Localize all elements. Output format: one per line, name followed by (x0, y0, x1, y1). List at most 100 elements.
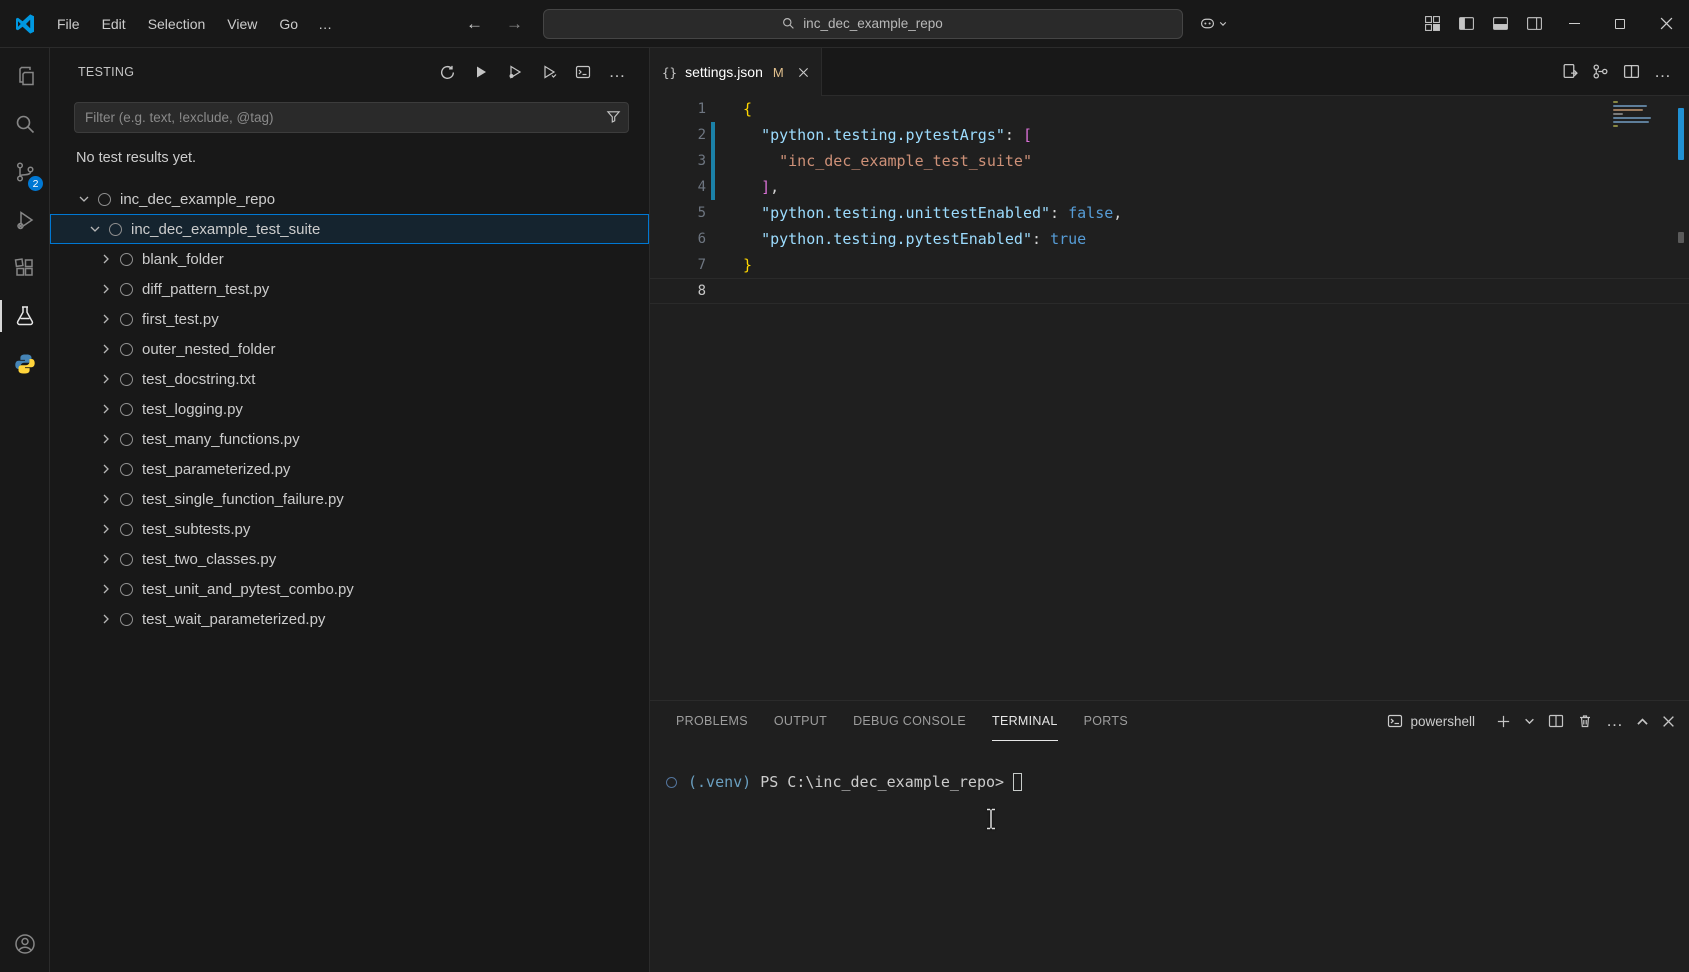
show-test-output-icon[interactable] (571, 60, 595, 84)
maximize-button[interactable] (1597, 0, 1643, 47)
open-changes-icon[interactable] (1592, 63, 1609, 80)
command-decoration-icon[interactable] (666, 777, 677, 788)
explorer-icon[interactable] (0, 52, 49, 100)
tree-item-label: inc_dec_example_repo (120, 191, 275, 208)
json-file-icon: {} (662, 65, 677, 80)
more-actions-icon[interactable]: … (605, 60, 629, 84)
chevron-right-icon[interactable] (97, 551, 115, 567)
tree-item[interactable]: test_many_functions.py (50, 424, 649, 454)
tab-problems[interactable]: PROBLEMS (676, 701, 748, 741)
tree-item[interactable]: blank_folder (50, 244, 649, 274)
tree-item[interactable]: test_logging.py (50, 394, 649, 424)
tab-settings-json[interactable]: {} settings.json M (650, 48, 822, 96)
command-center-search[interactable]: inc_dec_example_repo (543, 9, 1183, 39)
tree-item[interactable]: test_wait_parameterized.py (50, 604, 649, 634)
filter-funnel-icon[interactable] (606, 109, 621, 124)
tree-item-suite[interactable]: inc_dec_example_test_suite (50, 214, 649, 244)
kill-terminal-icon[interactable] (1577, 713, 1593, 729)
terminal-dropdown-icon[interactable] (1524, 716, 1535, 727)
maximize-panel-icon[interactable] (1636, 715, 1649, 728)
tree-item[interactable]: diff_pattern_test.py (50, 274, 649, 304)
test-filter-input[interactable] (74, 102, 629, 133)
chevron-right-icon[interactable] (97, 311, 115, 327)
panel-tabs: PROBLEMS OUTPUT DEBUG CONSOLE TERMINAL P… (676, 701, 1128, 741)
tree-item[interactable]: test_unit_and_pytest_combo.py (50, 574, 649, 604)
debug-tests-icon[interactable] (503, 60, 527, 84)
chevron-right-icon[interactable] (97, 581, 115, 597)
tab-debug-console[interactable]: DEBUG CONSOLE (853, 701, 966, 741)
minimize-button[interactable] (1551, 0, 1597, 47)
chevron-right-icon[interactable] (97, 431, 115, 447)
chevron-right-icon[interactable] (97, 611, 115, 627)
menu-file[interactable]: File (47, 11, 90, 37)
tree-item[interactable]: test_two_classes.py (50, 544, 649, 574)
open-settings-ui-icon[interactable] (1561, 63, 1578, 80)
terminal-cursor (1013, 773, 1022, 791)
tree-item-label: test_unit_and_pytest_combo.py (142, 581, 354, 598)
tab-ports[interactable]: PORTS (1084, 701, 1128, 741)
chevron-down-icon[interactable] (75, 191, 93, 207)
test-state-icon (120, 343, 133, 356)
terminal-viewport[interactable]: (.venv) PS C:\inc_dec_example_repo> (650, 741, 1689, 972)
tree-item[interactable]: test_parameterized.py (50, 454, 649, 484)
tab-output[interactable]: OUTPUT (774, 701, 827, 741)
copilot-icon[interactable] (1199, 15, 1227, 32)
tree-item[interactable]: test_subtests.py (50, 514, 649, 544)
test-state-icon (120, 373, 133, 386)
run-and-debug-icon[interactable] (0, 196, 49, 244)
chevron-right-icon[interactable] (97, 251, 115, 267)
testing-sidebar: TESTING … (50, 48, 650, 972)
nav-back-icon[interactable]: ← (463, 14, 487, 34)
refresh-tests-icon[interactable] (435, 60, 459, 84)
customize-layout-icon[interactable] (1415, 9, 1449, 39)
extensions-icon[interactable] (0, 244, 49, 292)
chevron-right-icon[interactable] (97, 341, 115, 357)
tree-item[interactable]: test_docstring.txt (50, 364, 649, 394)
code-line: 2 "python.testing.pytestArgs": [ (650, 122, 1689, 148)
test-state-icon (120, 463, 133, 476)
close-button[interactable] (1643, 0, 1689, 47)
toggle-primary-sidebar-icon[interactable] (1449, 9, 1483, 39)
chevron-right-icon[interactable] (97, 491, 115, 507)
split-terminal-icon[interactable] (1548, 713, 1564, 729)
test-results-status: No test results yet. (76, 150, 649, 166)
chevron-right-icon[interactable] (97, 521, 115, 537)
tree-item-repo[interactable]: inc_dec_example_repo (50, 184, 649, 214)
split-editor-icon[interactable] (1623, 63, 1640, 80)
terminal-prompt-line: (.venv) PS C:\inc_dec_example_repo> (666, 773, 1689, 791)
menu-more-icon[interactable]: … (310, 11, 340, 37)
chevron-right-icon[interactable] (97, 281, 115, 297)
more-actions-icon[interactable]: … (1654, 67, 1671, 77)
panel-more-actions-icon[interactable]: … (1606, 716, 1623, 726)
minimap[interactable] (1613, 101, 1661, 129)
tree-item[interactable]: outer_nested_folder (50, 334, 649, 364)
menu-selection[interactable]: Selection (138, 11, 216, 37)
menu-view[interactable]: View (217, 11, 267, 37)
source-control-icon[interactable]: 2 (0, 148, 49, 196)
terminal-shell-chip[interactable]: powershell (1387, 713, 1475, 729)
chevron-right-icon[interactable] (97, 401, 115, 417)
toggle-secondary-sidebar-icon[interactable] (1517, 9, 1551, 39)
nav-forward-icon[interactable]: → (503, 14, 527, 34)
run-all-tests-icon[interactable] (469, 60, 493, 84)
tree-item[interactable]: first_test.py (50, 304, 649, 334)
toggle-panel-icon[interactable] (1483, 9, 1517, 39)
run-tests-with-coverage-icon[interactable] (537, 60, 561, 84)
tree-item-label: inc_dec_example_test_suite (131, 221, 320, 238)
new-terminal-icon[interactable] (1496, 714, 1511, 729)
search-view-icon[interactable] (0, 100, 49, 148)
menu-go[interactable]: Go (269, 11, 308, 37)
close-panel-icon[interactable] (1662, 715, 1675, 728)
python-icon[interactable] (0, 340, 49, 388)
line-number: 7 (650, 252, 706, 278)
tab-terminal[interactable]: TERMINAL (992, 701, 1058, 741)
chevron-right-icon[interactable] (97, 461, 115, 477)
menu-edit[interactable]: Edit (92, 11, 136, 37)
account-icon[interactable] (0, 924, 49, 972)
chevron-down-icon[interactable] (86, 221, 104, 237)
testing-icon[interactable] (0, 292, 49, 340)
chevron-right-icon[interactable] (97, 371, 115, 387)
code-editor[interactable]: 1 { 2 "python.testing.pytestArgs": [ 3 "… (650, 96, 1689, 700)
close-tab-icon[interactable] (798, 67, 809, 78)
tree-item[interactable]: test_single_function_failure.py (50, 484, 649, 514)
